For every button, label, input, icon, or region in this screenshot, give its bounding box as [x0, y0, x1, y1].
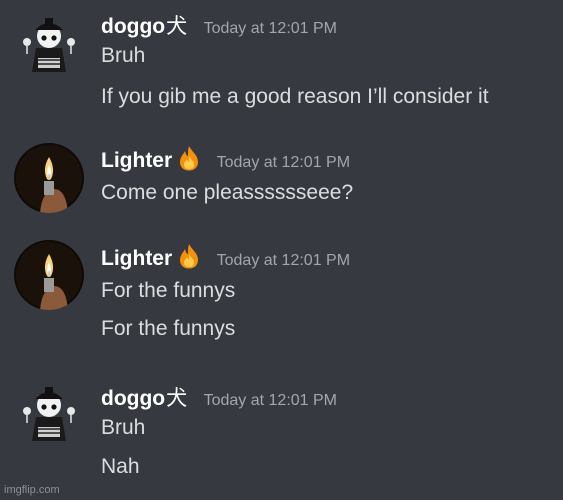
- fire-icon: [178, 243, 200, 269]
- message-text: Bruh: [101, 416, 146, 439]
- username[interactable]: doggo: [101, 15, 165, 39]
- avatar[interactable]: [14, 377, 84, 447]
- avatar[interactable]: [14, 240, 84, 310]
- message-text: Bruh: [101, 44, 146, 67]
- message-text: Nah: [101, 455, 140, 478]
- message-text: For the funnys: [101, 317, 236, 340]
- timestamp[interactable]: Today at 12:01 PM: [217, 154, 350, 172]
- username-badge: 犬: [166, 15, 188, 38]
- avatar[interactable]: [14, 143, 84, 213]
- watermark: imgflip.com: [4, 484, 60, 496]
- username[interactable]: Lighter: [101, 149, 172, 173]
- timestamp[interactable]: Today at 12:01 PM: [217, 252, 350, 270]
- username[interactable]: doggo: [101, 387, 165, 411]
- timestamp[interactable]: Today at 12:01 PM: [204, 392, 337, 410]
- message-text: If you gib me a good reason I’ll conside…: [101, 85, 489, 108]
- avatar[interactable]: [14, 8, 84, 78]
- username-badge: 犬: [166, 387, 188, 410]
- message-text: For the funnys: [101, 279, 236, 302]
- fire-icon: [178, 145, 200, 171]
- message-text: Come one pleasssssseee?: [101, 181, 354, 204]
- timestamp[interactable]: Today at 12:01 PM: [204, 20, 337, 38]
- username[interactable]: Lighter: [101, 247, 172, 271]
